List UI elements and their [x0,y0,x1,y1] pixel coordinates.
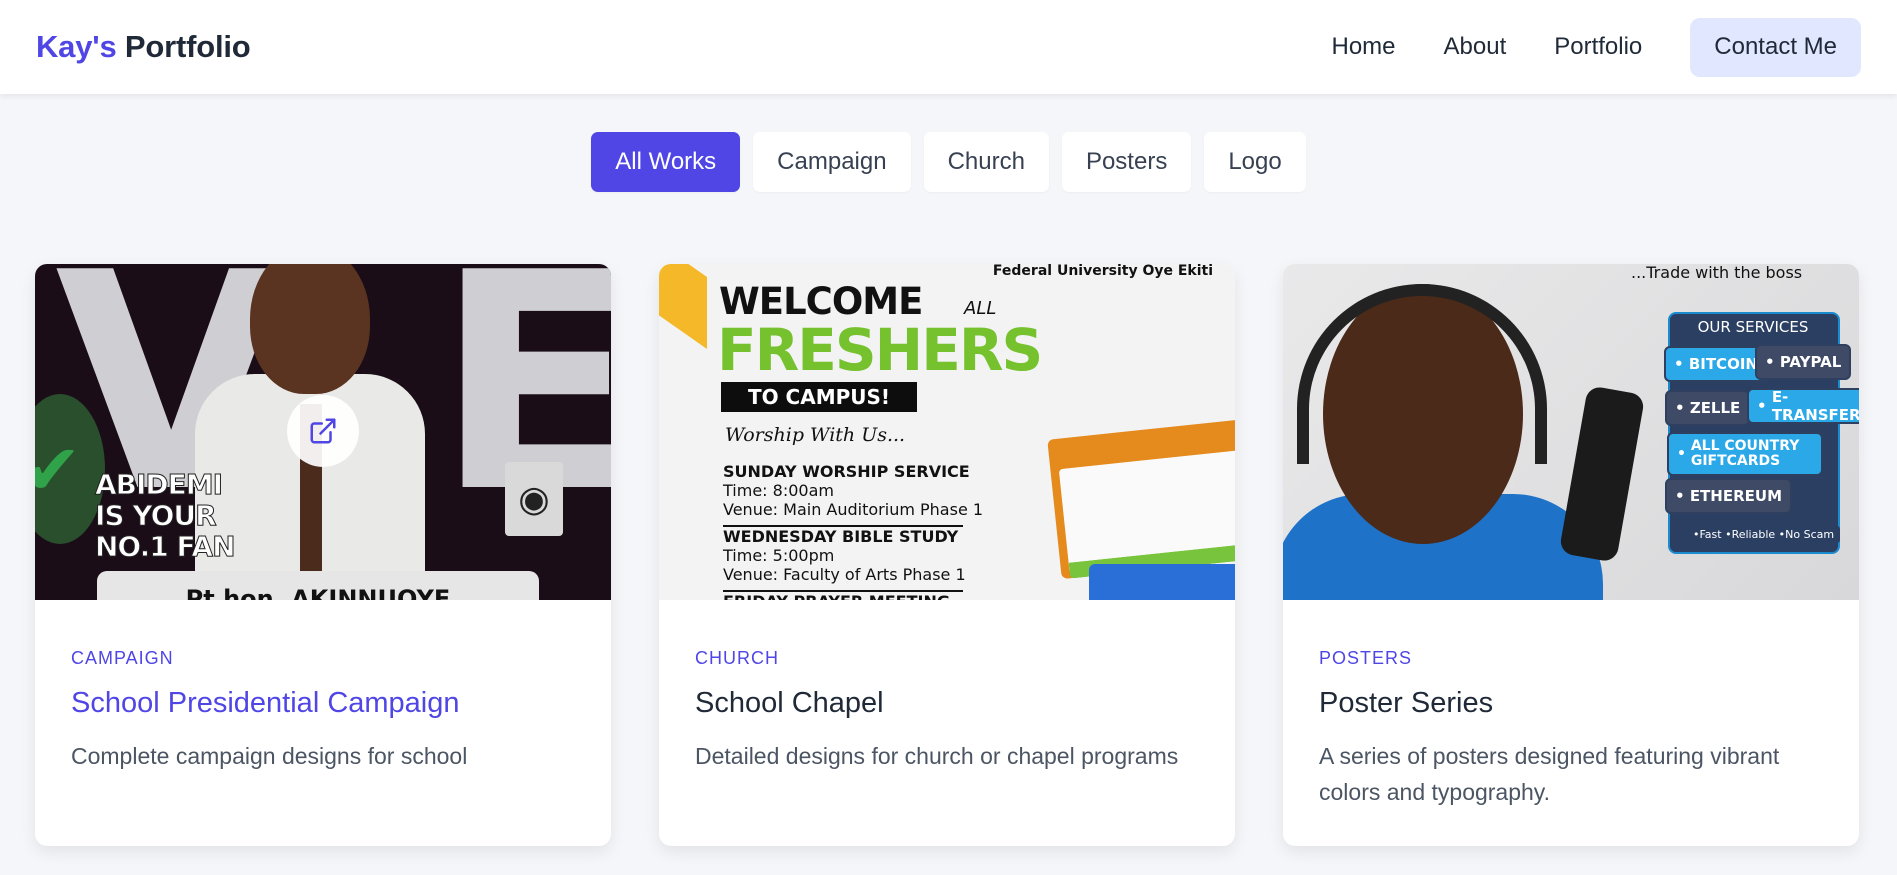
external-link-button[interactable] [287,395,359,467]
service-ethereum: • ETHEREUM [1665,478,1792,514]
name-banner: Pt hon. AKINNUOYE [97,571,539,600]
main-nav: Home About Portfolio Contact Me [1283,17,1861,77]
card-category: CAMPAIGN [71,648,174,668]
portrait-head [250,264,370,394]
book-graphic [1058,449,1235,579]
poster-tagline: ...Trade with the boss [1631,264,1803,282]
brand-logo[interactable]: Kay's Portfolio [36,29,251,65]
service-bitcoin: • BITCOIN [1664,346,1768,382]
filter-all-works[interactable]: All Works [591,132,741,192]
phone-icon [1558,385,1646,563]
portfolio-card-campaign[interactable]: V E ✔ ABIDEMI IS YOUR NO.1 FAN ◉ Pt hon.… [35,264,611,846]
fingerprint-icon: ◉ [505,462,563,536]
fan-text: ABIDEMI IS YOUR NO.1 FAN [95,468,237,563]
card-description: A series of posters designed featuring v… [1319,743,1780,805]
brand-first: Kay's [36,29,117,64]
brand-second: Portfolio [124,29,251,64]
contact-button[interactable]: Contact Me [1690,17,1861,77]
service-zelle: • ZELLE [1665,390,1751,426]
filter-posters[interactable]: Posters [1061,132,1192,192]
card-category: POSTERS [1319,648,1413,668]
nav-home[interactable]: Home [1331,33,1395,61]
service-giftcards: • ALL COUNTRY GIFTCARDS [1667,432,1823,476]
poster-schedule: SUNDAY WORSHIP SERVICE Time: 8:00am Venu… [723,462,983,600]
card-title[interactable]: School Presidential Campaign [71,687,575,720]
portfolio-card-posters[interactable]: ...Trade with the boss OUR SERVICES • BI… [1283,264,1859,846]
headphones-icon [1297,284,1547,464]
card-title[interactable]: Poster Series [1319,687,1823,720]
filter-church[interactable]: Church [923,132,1049,192]
card-description: Detailed designs for church or chapel pr… [695,743,1179,769]
service-e-transfer: • E-TRANSFER [1747,388,1859,424]
filter-bar: All Works Campaign Church Posters Logo [0,132,1897,192]
poster-worship: Worship With Us... [725,424,906,446]
nav-portfolio[interactable]: Portfolio [1554,33,1642,61]
portfolio-card-church[interactable]: Federal University Oye Ekiti WELCOME ALL… [659,264,1235,846]
filter-logo[interactable]: Logo [1204,132,1306,192]
card-body: POSTERS Poster Series A series of poster… [1283,648,1859,810]
card-category: CHURCH [695,648,779,668]
card-body: CAMPAIGN School Presidential Campaign Co… [35,648,611,774]
services-footer: •Fast •Reliable •No Scam [1687,526,1841,543]
service-paypal: • PAYPAL [1755,344,1852,380]
nav-about[interactable]: About [1444,33,1507,61]
external-link-icon [310,418,336,444]
book-graphic [1089,564,1235,600]
poster-freshers: FRESHERS [717,316,1043,384]
poster-university: Federal University Oye Ekiti [992,264,1213,279]
card-thumbnail[interactable]: ...Trade with the boss OUR SERVICES • BI… [1283,264,1859,600]
filter-campaign[interactable]: Campaign [753,132,911,192]
services-title: OUR SERVICES [1678,316,1828,338]
card-title[interactable]: School Chapel [695,687,1199,720]
card-body: CHURCH School Chapel Detailed designs fo… [659,648,1235,774]
site-header: Kay's Portfolio Home About Portfolio Con… [0,0,1897,94]
card-thumbnail[interactable]: Federal University Oye Ekiti WELCOME ALL… [659,264,1235,600]
card-thumbnail[interactable]: V E ✔ ABIDEMI IS YOUR NO.1 FAN ◉ Pt hon.… [35,264,611,600]
poster-to-campus: TO CAMPUS! [721,382,917,412]
card-description: Complete campaign designs for school [71,743,468,769]
decor-shape [659,264,707,350]
